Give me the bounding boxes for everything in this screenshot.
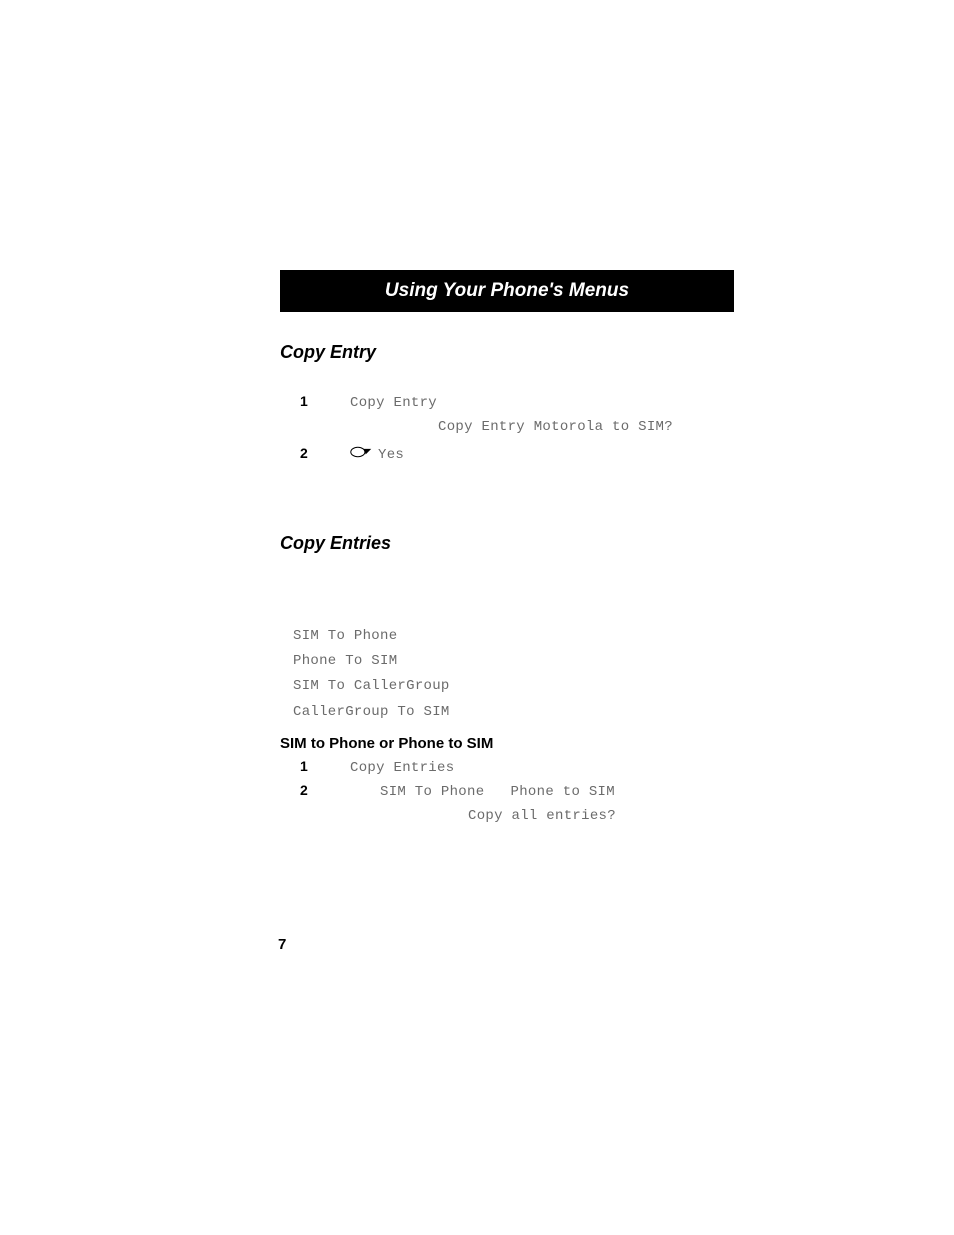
step-row: 2 Yes [280, 445, 734, 463]
option-b: Phone to SIM [511, 784, 615, 800]
list-item: Phone To SIM [293, 649, 734, 674]
step-text: Copy Entries [350, 760, 454, 776]
header-title: Using Your Phone's Menus [385, 280, 629, 301]
step-row: 1 Copy Entry [280, 393, 734, 411]
sub-heading: SIM to Phone or Phone to SIM [280, 735, 734, 752]
prompt-row: Copy Entry Motorola to SIM? [280, 417, 734, 435]
step-label: Yes [378, 447, 404, 463]
prompt-text: Copy Entry Motorola to SIM? [438, 419, 673, 435]
prompt-row: Copy all entries? [280, 806, 734, 824]
step-number: 1 [300, 758, 350, 774]
list-item: SIM To CallerGroup [293, 674, 734, 699]
step-row: 2 SIM To Phone Phone to SIM [280, 782, 734, 800]
step-number: 2 [300, 782, 350, 798]
option-list: SIM To Phone Phone To SIM SIM To CallerG… [280, 624, 734, 725]
prompt-text: Copy all entries? [468, 808, 616, 824]
step-options: SIM To Phone Phone to SIM [350, 784, 615, 800]
list-item: CallerGroup To SIM [293, 700, 734, 725]
section-heading-copy-entries: Copy Entries [280, 533, 734, 554]
step-number: 2 [300, 445, 350, 461]
option-a: SIM To Phone [380, 784, 484, 800]
step-row: 1 Copy Entries [280, 758, 734, 776]
step-number: 1 [300, 393, 350, 409]
step-text: Copy Entry [350, 395, 437, 411]
step-text: Yes [350, 446, 404, 463]
page-header: Using Your Phone's Menus [280, 270, 734, 312]
list-item: SIM To Phone [293, 624, 734, 649]
page-number: 7 [278, 936, 286, 953]
softkey-icon [350, 446, 372, 463]
section-heading-copy-entry: Copy Entry [280, 342, 734, 363]
